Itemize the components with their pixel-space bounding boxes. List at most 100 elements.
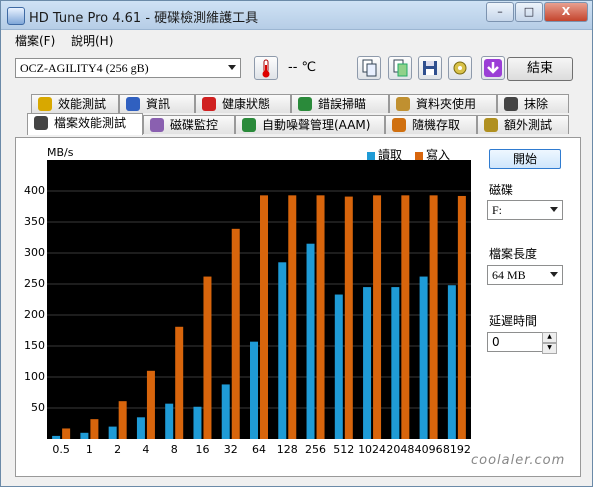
y-tick-label: 50 [31,401,45,414]
x-tick-label: 4 [142,443,150,456]
write-bar [288,195,297,439]
minimize-button[interactable]: – [486,2,514,22]
download-button[interactable] [481,56,505,80]
write-bar [401,195,410,439]
copy-screenshot-button[interactable] [388,56,412,80]
settings-button[interactable] [448,56,472,80]
info-icon [126,97,140,111]
disk-select-value: F: [492,203,503,217]
x-tick-label: 32 [223,443,238,456]
benchmark-icon [38,97,52,111]
tab-label: 自動噪聲管理(AAM) [262,118,371,132]
read-bar [391,287,400,439]
delay-label: 延遲時間 [489,314,538,328]
tab-info[interactable]: 資訊 [119,94,195,113]
benchmark-chart: MB/s 讀取 寫入 50 100 150 200 250 300 350 400 0.5 1 2… [23,146,481,462]
x-tick-label: 4096 [414,443,443,456]
disk-label: 磁碟 [489,183,514,197]
legend-write-swatch [415,151,423,160]
write-bar [203,276,212,439]
read-bar [250,341,258,439]
tab-folder[interactable]: 資料夾使用 [389,94,497,113]
temperature-button[interactable] [254,56,278,80]
tab-random-access[interactable]: 隨機存取 [385,115,477,134]
random-access-icon [392,118,406,132]
copy-text-button[interactable] [357,56,381,80]
drive-select-value: OCZ-AGILITY4 (256 gB) [20,61,149,75]
drive-select[interactable]: OCZ-AGILITY4 (256 gB) [15,58,241,78]
x-tick-label: 1 [85,443,93,456]
app-window: HD Tune Pro 4.61 - 硬碟檢測維護工具 – □ X 檔案(F) … [0,0,593,487]
x-tick-label: 8 [170,443,178,456]
menu-bar: 檔案(F) 說明(H) [1,30,592,50]
tab-label: 隨機存取 [412,118,461,132]
spin-down-button[interactable]: ▼ [542,343,557,354]
y-tick-label: 200 [24,308,45,321]
write-bar [344,196,353,439]
file-length-value: 64 MB [492,268,526,282]
close-button[interactable]: X [544,2,588,22]
spin-up-button[interactable]: ▲ [542,332,557,343]
tab-label: 效能測試 [58,97,107,111]
chevron-down-icon [228,65,236,70]
tab-label: 健康狀態 [222,97,271,111]
x-tick-label: 128 [276,443,298,456]
file-length-select[interactable]: 64 MB [487,265,563,285]
tab-label: 資料夾使用 [416,97,477,111]
start-button[interactable]: 開始 [489,149,561,169]
tab-health[interactable]: 健康狀態 [195,94,291,113]
read-bar [52,435,61,439]
plot-svg [47,190,471,439]
folder-icon [396,97,410,111]
x-tick-label: 8192 [442,443,471,456]
menu-help[interactable]: 說明(H) [71,32,113,49]
tab-speaker[interactable]: 自動噪聲管理(AAM) [235,115,385,134]
y-tick-label: 400 [24,184,45,197]
x-tick-label: 1024 [358,443,387,456]
erase-icon [504,97,518,111]
settings-icon [453,61,467,75]
read-bar [136,417,145,439]
tab-error-scan[interactable]: 錯誤掃瞄 [291,94,389,113]
write-bar [175,326,184,439]
save-button[interactable] [418,56,442,80]
save-icon [423,61,437,75]
health-icon [202,97,216,111]
tab-label: 資訊 [146,97,171,111]
read-bar [80,432,89,439]
app-icon [7,7,25,25]
y-axis-unit: MB/s [47,146,74,159]
tab-label: 額外測試 [504,118,553,132]
extra-tests-icon [484,118,498,132]
read-bar [193,406,202,439]
maximize-button[interactable]: □ [515,2,543,22]
write-bar [62,428,71,439]
read-bar [165,403,174,439]
write-bar [457,195,466,439]
read-bar [419,276,428,439]
copy-text-icon [362,59,377,77]
thermometer-icon [262,59,270,78]
disk-select[interactable]: F: [487,200,563,220]
tab-disk-monitor[interactable]: 磁碟監控 [143,115,235,134]
x-tick-label: 512 [333,443,355,456]
tab-benchmark[interactable]: 效能測試 [31,94,119,113]
y-tick-label: 250 [24,277,45,290]
title-bar[interactable]: HD Tune Pro 4.61 - 硬碟檢測維護工具 – □ X [1,1,592,30]
tab-file-benchmark[interactable]: 檔案效能測試 [27,113,143,135]
tab-erase[interactable]: 抹除 [497,94,569,113]
x-tick-label: 16 [195,443,210,456]
window-title: HD Tune Pro 4.61 - 硬碟檢測維護工具 [29,11,259,26]
write-bar [90,419,99,439]
copy-screenshot-icon [393,59,408,77]
tab-label: 磁碟監控 [170,118,219,132]
read-bar [278,262,287,439]
speaker-icon [242,118,256,132]
chevron-down-icon [550,207,558,212]
menu-file[interactable]: 檔案(F) [15,32,55,49]
error-scan-icon [298,97,312,111]
exit-button[interactable]: 結束 [507,57,573,81]
disk-monitor-icon [150,118,164,132]
tab-extra-tests[interactable]: 額外測試 [477,115,569,134]
y-tick-label: 300 [24,246,45,259]
